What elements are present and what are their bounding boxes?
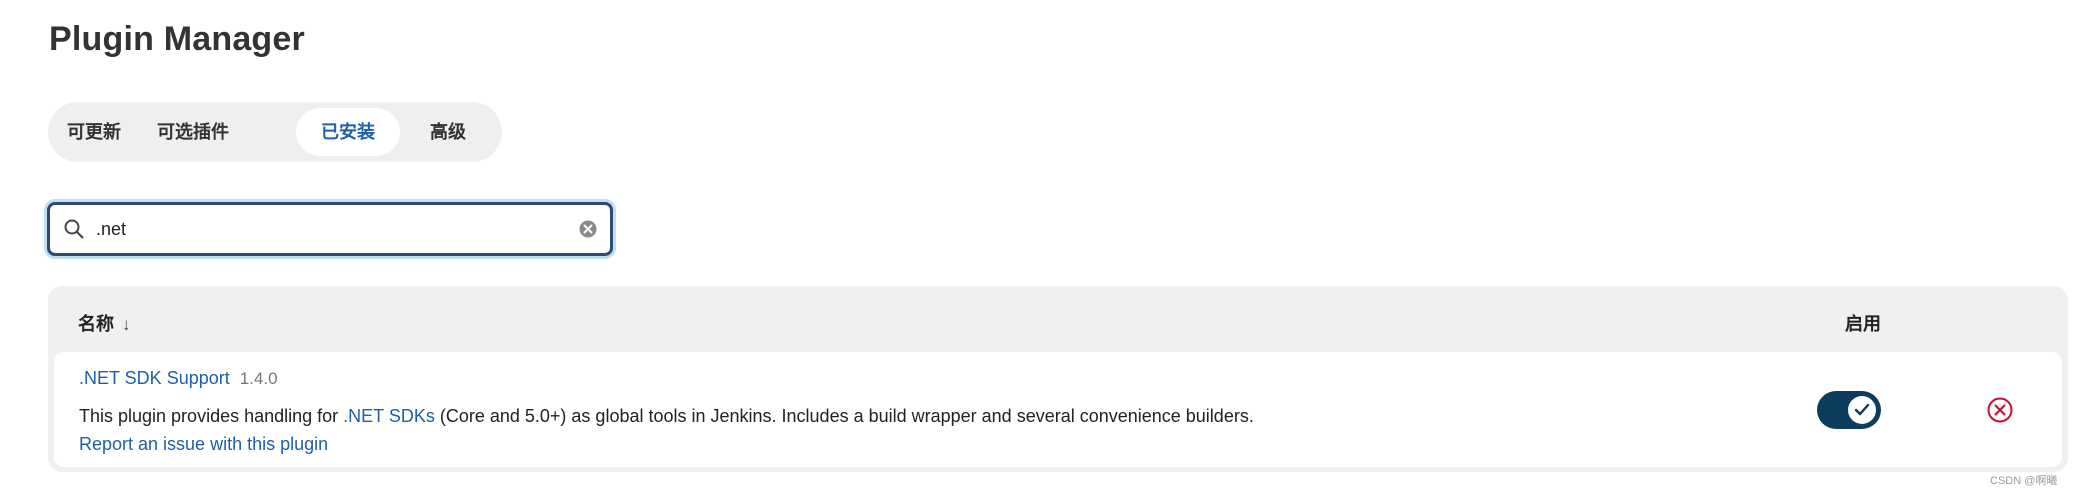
table-row: .NET SDK Support 1.4.0 This plugin provid… [54,352,2062,467]
tab-available-plugins[interactable]: 可选插件 [140,108,246,156]
plugin-description: This plugin provides handling for .NET S… [79,406,1254,427]
uninstall-icon[interactable] [1986,396,2014,424]
description-text-before: This plugin provides handling for [79,406,344,426]
page-title: Plugin Manager [49,20,305,58]
search-box [47,202,613,256]
plugins-table: 名称 ↓ 启用 .NET SDK Support 1.4.0 This plugin… [48,286,2068,472]
report-issue-link[interactable]: Report an issue with this plugin [79,434,328,455]
toggle-knob [1848,396,1876,424]
column-header-name[interactable]: 名称 ↓ [78,310,131,336]
column-header-name-label: 名称 [78,314,114,334]
column-header-enabled: 启用 [1845,314,1881,334]
watermark: CSDN @啊曦 [1990,475,2058,487]
plugin-name-line: .NET SDK Support 1.4.0 [79,368,278,389]
sort-arrow-icon: ↓ [122,315,131,334]
plugin-version: 1.4.0 [239,369,278,388]
tab-advanced[interactable]: 高级 [416,108,480,156]
tab-installed[interactable]: 已安装 [296,108,400,156]
check-icon [1854,403,1870,416]
description-text-after: (Core and 5.0+) as global tools in Jenki… [434,406,1254,426]
clear-icon[interactable] [578,219,598,239]
search-input[interactable] [90,212,572,246]
plugin-name-link[interactable]: .NET SDK Support [79,368,230,388]
tab-updates[interactable]: 可更新 [54,108,134,156]
enable-toggle[interactable] [1817,391,1881,429]
description-sdk-link[interactable]: .NET SDKs [343,406,435,426]
search-icon [63,218,85,240]
tab-bar: 可更新 可选插件 已安装 高级 [48,102,502,162]
